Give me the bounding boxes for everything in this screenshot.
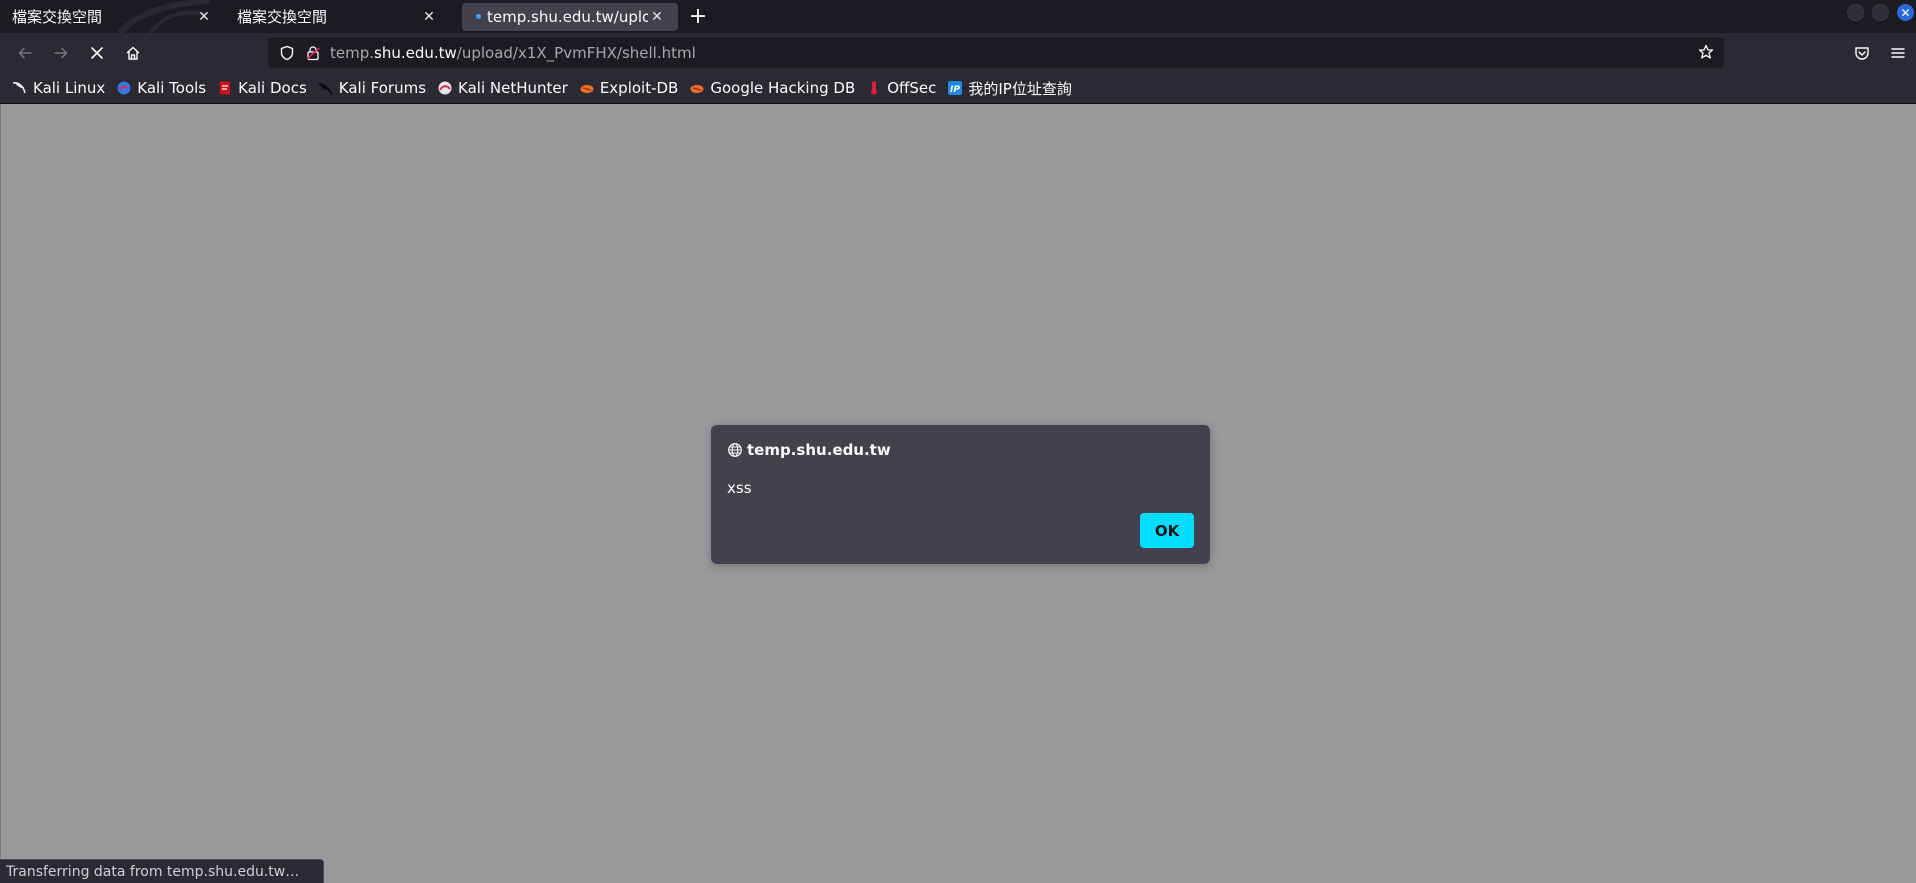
url-path: /upload/x1X_PvmFHX/shell.html — [456, 43, 696, 62]
ip-icon: IP — [947, 80, 963, 96]
tab-1[interactable]: 檔案交換空間 ✕ — [0, 0, 225, 33]
url-text[interactable]: temp.shu.edu.tw/upload/x1X_PvmFHX/shell.… — [330, 44, 696, 62]
bookmark-label: OffSec — [887, 79, 937, 97]
status-panel: Transferring data from temp.shu.edu.tw… — [0, 859, 324, 883]
bookmark-label: Kali Docs — [238, 79, 307, 97]
toolbar-right — [1844, 33, 1916, 73]
globe-icon — [727, 442, 743, 458]
window-controls: ✕ — [1847, 0, 1916, 25]
bookmark-label: Kali NetHunter — [458, 79, 568, 97]
hamburger-menu-icon — [1891, 48, 1905, 58]
stop-x-icon — [91, 47, 103, 59]
minimize-button[interactable] — [1847, 4, 1864, 21]
url-bar[interactable]: temp.shu.edu.tw/upload/x1X_PvmFHX/shell.… — [268, 37, 1724, 68]
bookmark-kali-forums[interactable]: Kali Forums — [318, 79, 426, 97]
tab-close-icon[interactable]: ✕ — [420, 8, 438, 26]
alert-dialog: temp.shu.edu.tw xss OK — [711, 425, 1210, 564]
tab-close-icon[interactable]: ✕ — [195, 8, 213, 26]
pocket-button[interactable] — [1844, 37, 1880, 69]
stop-button[interactable] — [79, 37, 115, 69]
kali-forums-icon — [318, 80, 334, 96]
tab-title: 檔案交換空間 — [237, 8, 328, 26]
offsec-icon — [866, 80, 882, 96]
kali-tools-icon — [116, 80, 132, 96]
bookmark-label: Google Hacking DB — [710, 79, 856, 97]
bookmark-label: Kali Linux — [33, 79, 106, 97]
bookmark-star-icon[interactable] — [1696, 42, 1716, 62]
tab-title: 檔案交換空間 — [12, 8, 103, 26]
ok-button[interactable]: OK — [1140, 513, 1194, 548]
maximize-button[interactable] — [1872, 4, 1889, 21]
bookmark-label: Kali Forums — [338, 79, 427, 97]
home-button[interactable] — [115, 37, 151, 69]
navigation-toolbar: temp.shu.edu.tw/upload/x1X_PvmFHX/shell.… — [0, 33, 1916, 73]
forward-button[interactable] — [43, 37, 79, 69]
svg-text:IP: IP — [950, 85, 960, 95]
bookmarks-toolbar: Kali Linux Kali Tools Kali Docs Kali For… — [0, 73, 1916, 104]
insecure-lock-icon[interactable] — [302, 45, 324, 61]
url-host: shu.edu.tw — [374, 43, 457, 62]
close-window-button[interactable]: ✕ — [1897, 4, 1914, 21]
forward-arrow-icon — [54, 47, 68, 59]
nethunter-icon — [437, 80, 453, 96]
bookmark-exploit-db[interactable]: Exploit-DB — [579, 79, 679, 97]
bookmark-my-ip[interactable]: IP 我的IP位址查詢 — [947, 78, 1072, 99]
exploitdb-icon — [579, 80, 595, 96]
tracking-protection-shield-icon[interactable] — [276, 45, 298, 61]
dialog-origin: temp.shu.edu.tw — [727, 441, 891, 459]
bookmark-label: Kali Tools — [137, 79, 207, 97]
kali-dragon-icon — [12, 80, 28, 96]
kali-docs-icon — [217, 80, 233, 96]
tab-2[interactable]: 檔案交換空間 ✕ — [225, 0, 450, 33]
loading-indicator-icon — [476, 14, 481, 19]
bookmark-kali-linux[interactable]: Kali Linux — [12, 79, 105, 97]
bookmark-kali-docs[interactable]: Kali Docs — [217, 79, 307, 97]
bookmark-label: Exploit-DB — [599, 79, 679, 97]
back-button[interactable] — [7, 37, 43, 69]
new-tab-button[interactable]: + — [678, 0, 718, 33]
bookmark-label: 我的IP位址查詢 — [968, 79, 1072, 98]
dialog-message: xss — [727, 479, 752, 497]
menu-button[interactable] — [1880, 37, 1916, 69]
url-prefix: temp. — [330, 43, 375, 62]
tab-title: temp.shu.edu.tw/upload/ — [487, 7, 648, 26]
tab-strip: 檔案交換空間 ✕ 檔案交換空間 ✕ temp.shu.edu.tw/upload… — [0, 0, 1916, 33]
pocket-icon — [1855, 47, 1869, 60]
dialog-origin-text: temp.shu.edu.tw — [747, 441, 891, 459]
home-icon — [126, 46, 140, 60]
ghdb-icon — [689, 80, 705, 96]
bookmark-offsec[interactable]: OffSec — [866, 79, 936, 97]
bookmark-kali-tools[interactable]: Kali Tools — [116, 79, 206, 97]
bookmark-kali-nethunter[interactable]: Kali NetHunter — [437, 79, 568, 97]
bookmark-google-hacking-db[interactable]: Google Hacking DB — [689, 79, 855, 97]
tab-3-active[interactable]: temp.shu.edu.tw/upload/ ✕ — [462, 2, 678, 31]
back-arrow-icon — [18, 47, 32, 59]
tab-close-icon[interactable]: ✕ — [648, 8, 666, 26]
